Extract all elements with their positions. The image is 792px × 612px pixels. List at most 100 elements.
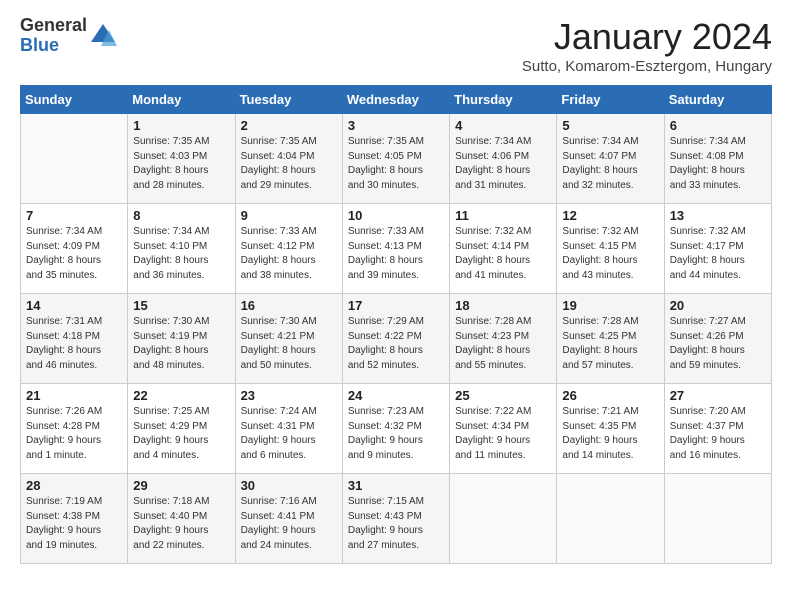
calendar-cell: 28Sunrise: 7:19 AM Sunset: 4:38 PM Dayli… (21, 474, 128, 564)
day-number: 18 (455, 298, 551, 313)
calendar-cell: 15Sunrise: 7:30 AM Sunset: 4:19 PM Dayli… (128, 294, 235, 384)
calendar-cell: 14 Sunrise: 7:31 AM Sunset: 4:18 PM Dayli… (21, 294, 128, 384)
logo-blue: Blue (20, 36, 87, 56)
day-info: Sunrise: 7:15 AM Sunset: 4:43 PM Dayligh… (348, 495, 444, 553)
day-number: 24 (348, 388, 444, 403)
day-info: Sunrise: 7:34 AM Sunset: 4:10 PM Dayligh… (133, 225, 229, 283)
day-info: Sunrise: 7:28 AM Sunset: 4:23 PM Dayligh… (455, 315, 551, 373)
day-info: Sunrise: 7:34 AM Sunset: 4:08 PM Dayligh… (670, 135, 766, 193)
day-info: Sunrise: 7:27 AM Sunset: 4:26 PM Dayligh… (670, 315, 766, 373)
day-number: 13 (670, 208, 766, 223)
day-number: 2 (241, 118, 337, 133)
calendar-cell: 3Sunrise: 7:35 AM Sunset: 4:05 PM Daylig… (342, 114, 449, 204)
day-number: 31 (348, 478, 444, 493)
calendar-cell: 19Sunrise: 7:28 AM Sunset: 4:25 PM Dayli… (557, 294, 664, 384)
day-info: Sunrise: 7:28 AM Sunset: 4:25 PM Dayligh… (562, 315, 658, 373)
day-info: Sunrise: 7:23 AM Sunset: 4:32 PM Dayligh… (348, 405, 444, 463)
page-header: General Blue January 2024 Sutto, Komarom… (20, 16, 772, 75)
day-info: Sunrise: 7:18 AM Sunset: 4:40 PM Dayligh… (133, 495, 229, 553)
day-info: Sunrise: 7:33 AM Sunset: 4:13 PM Dayligh… (348, 225, 444, 283)
calendar-cell: 17 Sunrise: 7:29 AM Sunset: 4:22 PM Dayli… (342, 294, 449, 384)
day-info: Sunrise: 7:34 AM Sunset: 4:07 PM Dayligh… (562, 135, 658, 193)
calendar-cell: 31 Sunrise: 7:15 AM Sunset: 4:43 PM Dayli… (342, 474, 449, 564)
day-number: 14 (26, 298, 122, 313)
month-title: January 2024 (522, 16, 772, 58)
calendar-cell: 27 Sunrise: 7:20 AM Sunset: 4:37 PM Dayli… (664, 384, 771, 474)
day-info: Sunrise: 7:32 AM Sunset: 4:14 PM Dayligh… (455, 225, 551, 283)
day-info: Sunrise: 7:35 AM Sunset: 4:04 PM Dayligh… (241, 135, 337, 193)
day-number: 29 (133, 478, 229, 493)
calendar-cell (557, 474, 664, 564)
day-info: Sunrise: 7:22 AM Sunset: 4:34 PM Dayligh… (455, 405, 551, 463)
calendar-cell: 7 Sunrise: 7:34 AM Sunset: 4:09 PM Daylig… (21, 204, 128, 294)
calendar-cell: 5 Sunrise: 7:34 AM Sunset: 4:07 PM Daylig… (557, 114, 664, 204)
calendar-cell: 30Sunrise: 7:16 AM Sunset: 4:41 PM Dayli… (235, 474, 342, 564)
calendar-cell: 22 Sunrise: 7:25 AM Sunset: 4:29 PM Dayli… (128, 384, 235, 474)
day-number: 6 (670, 118, 766, 133)
day-info: Sunrise: 7:34 AM Sunset: 4:09 PM Dayligh… (26, 225, 122, 283)
day-number: 5 (562, 118, 658, 133)
location-subtitle: Sutto, Komarom-Esztergom, Hungary (522, 58, 772, 75)
calendar-cell: 20 Sunrise: 7:27 AM Sunset: 4:26 PM Dayli… (664, 294, 771, 384)
calendar-cell: 9Sunrise: 7:33 AM Sunset: 4:12 PM Daylig… (235, 204, 342, 294)
day-number: 7 (26, 208, 122, 223)
calendar-cell: 8Sunrise: 7:34 AM Sunset: 4:10 PM Daylig… (128, 204, 235, 294)
day-number: 25 (455, 388, 551, 403)
weekday-header: Sunday (21, 86, 128, 114)
calendar-cell: 4Sunrise: 7:34 AM Sunset: 4:06 PM Daylig… (450, 114, 557, 204)
calendar-cell: 13 Sunrise: 7:32 AM Sunset: 4:17 PM Dayli… (664, 204, 771, 294)
day-info: Sunrise: 7:31 AM Sunset: 4:18 PM Dayligh… (26, 315, 122, 373)
day-number: 27 (670, 388, 766, 403)
day-number: 20 (670, 298, 766, 313)
day-number: 17 (348, 298, 444, 313)
calendar-cell: 2 Sunrise: 7:35 AM Sunset: 4:04 PM Daylig… (235, 114, 342, 204)
weekday-header: Saturday (664, 86, 771, 114)
day-info: Sunrise: 7:35 AM Sunset: 4:05 PM Dayligh… (348, 135, 444, 193)
logo-icon (89, 22, 117, 50)
calendar-cell: 18 Sunrise: 7:28 AM Sunset: 4:23 PM Dayli… (450, 294, 557, 384)
calendar-cell: 26Sunrise: 7:21 AM Sunset: 4:35 PM Dayli… (557, 384, 664, 474)
day-number: 15 (133, 298, 229, 313)
day-number: 1 (133, 118, 229, 133)
calendar-cell: 29 Sunrise: 7:18 AM Sunset: 4:40 PM Dayli… (128, 474, 235, 564)
calendar-week-row: 28Sunrise: 7:19 AM Sunset: 4:38 PM Dayli… (21, 474, 772, 564)
calendar-cell: 6 Sunrise: 7:34 AM Sunset: 4:08 PM Daylig… (664, 114, 771, 204)
day-info: Sunrise: 7:35 AM Sunset: 4:03 PM Dayligh… (133, 135, 229, 193)
title-block: January 2024 Sutto, Komarom-Esztergom, H… (522, 16, 772, 75)
day-number: 30 (241, 478, 337, 493)
day-number: 16 (241, 298, 337, 313)
day-info: Sunrise: 7:21 AM Sunset: 4:35 PM Dayligh… (562, 405, 658, 463)
weekday-header: Tuesday (235, 86, 342, 114)
day-info: Sunrise: 7:30 AM Sunset: 4:21 PM Dayligh… (241, 315, 337, 373)
day-info: Sunrise: 7:20 AM Sunset: 4:37 PM Dayligh… (670, 405, 766, 463)
calendar-week-row: 7 Sunrise: 7:34 AM Sunset: 4:09 PM Daylig… (21, 204, 772, 294)
calendar-cell (450, 474, 557, 564)
calendar-table: SundayMondayTuesdayWednesdayThursdayFrid… (20, 85, 772, 564)
day-info: Sunrise: 7:33 AM Sunset: 4:12 PM Dayligh… (241, 225, 337, 283)
calendar-week-row: 14 Sunrise: 7:31 AM Sunset: 4:18 PM Dayli… (21, 294, 772, 384)
day-number: 21 (26, 388, 122, 403)
calendar-cell: 21 Sunrise: 7:26 AM Sunset: 4:28 PM Dayli… (21, 384, 128, 474)
calendar-cell: 23Sunrise: 7:24 AM Sunset: 4:31 PM Dayli… (235, 384, 342, 474)
weekday-header-row: SundayMondayTuesdayWednesdayThursdayFrid… (21, 86, 772, 114)
day-number: 11 (455, 208, 551, 223)
day-info: Sunrise: 7:26 AM Sunset: 4:28 PM Dayligh… (26, 405, 122, 463)
calendar-cell: 16 Sunrise: 7:30 AM Sunset: 4:21 PM Dayli… (235, 294, 342, 384)
calendar-cell: 24 Sunrise: 7:23 AM Sunset: 4:32 PM Dayli… (342, 384, 449, 474)
calendar-cell: 25 Sunrise: 7:22 AM Sunset: 4:34 PM Dayli… (450, 384, 557, 474)
calendar-cell: 10Sunrise: 7:33 AM Sunset: 4:13 PM Dayli… (342, 204, 449, 294)
calendar-week-row: 21 Sunrise: 7:26 AM Sunset: 4:28 PM Dayli… (21, 384, 772, 474)
day-number: 23 (241, 388, 337, 403)
calendar-cell: 12Sunrise: 7:32 AM Sunset: 4:15 PM Dayli… (557, 204, 664, 294)
calendar-cell (21, 114, 128, 204)
day-number: 22 (133, 388, 229, 403)
calendar-week-row: 1 Sunrise: 7:35 AM Sunset: 4:03 PM Daylig… (21, 114, 772, 204)
day-info: Sunrise: 7:32 AM Sunset: 4:17 PM Dayligh… (670, 225, 766, 283)
day-info: Sunrise: 7:29 AM Sunset: 4:22 PM Dayligh… (348, 315, 444, 373)
weekday-header: Friday (557, 86, 664, 114)
day-number: 28 (26, 478, 122, 493)
day-number: 12 (562, 208, 658, 223)
calendar-cell: 1 Sunrise: 7:35 AM Sunset: 4:03 PM Daylig… (128, 114, 235, 204)
day-info: Sunrise: 7:25 AM Sunset: 4:29 PM Dayligh… (133, 405, 229, 463)
calendar-cell: 11 Sunrise: 7:32 AM Sunset: 4:14 PM Dayli… (450, 204, 557, 294)
